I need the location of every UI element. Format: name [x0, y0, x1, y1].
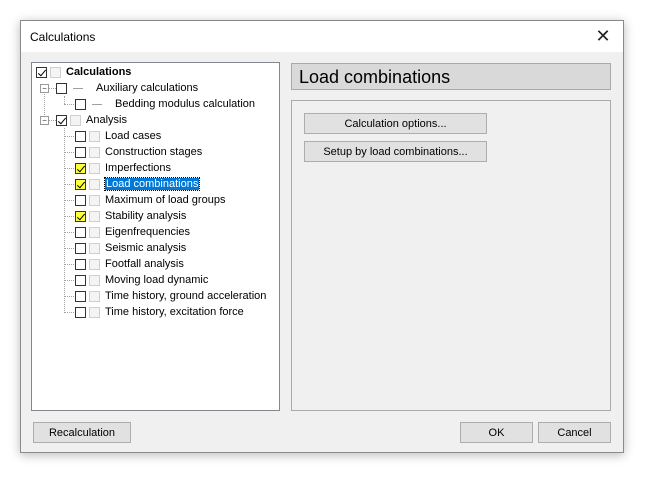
checkbox[interactable] — [75, 162, 86, 174]
tree-item-label: Time history, ground acceleration — [105, 290, 267, 302]
checkbox[interactable] — [75, 226, 86, 238]
checkbox[interactable] — [75, 146, 86, 158]
collapse-icon[interactable]: − — [40, 116, 49, 125]
checkbox[interactable] — [75, 290, 86, 302]
placeholder-icon — [89, 130, 100, 142]
placeholder-icon — [89, 226, 100, 238]
calculation-options-button[interactable]: Calculation options... — [304, 113, 487, 134]
calculations-dialog: Calculations ✕ − − Calculations Auxiliar… — [20, 20, 624, 453]
tree-item-label: Load cases — [105, 130, 162, 142]
tree-item-label: Analysis — [86, 114, 127, 126]
panel-title: Load combinations — [299, 67, 451, 87]
tree-connector — [48, 88, 56, 89]
placeholder-icon — [89, 162, 100, 174]
tree-item-label: Calculations — [66, 66, 132, 78]
tree-item-label: Time history, excitation force — [105, 306, 244, 318]
checkbox[interactable] — [75, 306, 86, 318]
checkbox[interactable] — [75, 98, 86, 110]
checkbox[interactable] — [56, 114, 67, 126]
setup-by-load-combinations-button[interactable]: Setup by load combinations... — [304, 141, 487, 162]
tree-item-time-history-excitation[interactable]: Time history, excitation force — [75, 304, 244, 320]
placeholder-icon — [89, 290, 100, 302]
calculations-tree: − − Calculations Auxiliary calculations … — [31, 62, 280, 411]
placeholder-icon — [89, 146, 100, 158]
tree-item-label: Load combinations — [103, 177, 201, 191]
tree-item-footfall-analysis[interactable]: Footfall analysis — [75, 256, 184, 272]
tree-item-maximum-load-groups[interactable]: Maximum of load groups — [75, 192, 225, 208]
checkbox[interactable] — [75, 130, 86, 142]
placeholder-icon — [89, 194, 100, 206]
checkbox[interactable] — [75, 258, 86, 270]
tree-item-label: Imperfections — [105, 162, 172, 174]
tree-item-construction-stages[interactable]: Construction stages — [75, 144, 202, 160]
placeholder-icon — [89, 274, 100, 286]
tree-item-eigenfrequencies[interactable]: Eigenfrequencies — [75, 224, 190, 240]
tree-item-label: Maximum of load groups — [105, 194, 226, 206]
placeholder-icon — [89, 242, 100, 254]
tree-item-moving-load-dynamic[interactable]: Moving load dynamic — [75, 272, 208, 288]
options-panel: Calculation options... Setup by load com… — [291, 100, 611, 411]
tree-item-label: Auxiliary calculations — [96, 82, 199, 94]
panel-header: Load combinations — [291, 63, 611, 90]
tree-item-time-history-ground[interactable]: Time history, ground acceleration — [75, 288, 266, 304]
tree-item-analysis[interactable]: Analysis — [56, 112, 127, 128]
collapse-icon[interactable]: − — [40, 84, 49, 93]
checkbox[interactable] — [75, 194, 86, 206]
checkbox[interactable] — [75, 242, 86, 254]
checkbox[interactable] — [75, 210, 86, 222]
tree-item-label: Construction stages — [105, 146, 203, 158]
cancel-button[interactable]: Cancel — [538, 422, 611, 443]
placeholder-icon — [50, 66, 61, 78]
window-title: Calculations — [30, 30, 96, 44]
checkbox[interactable] — [75, 274, 86, 286]
checkbox[interactable] — [56, 82, 67, 94]
tree-item-stability-analysis[interactable]: Stability analysis — [75, 208, 186, 224]
tree-connector — [48, 120, 56, 121]
checkbox[interactable] — [36, 66, 47, 78]
tree-item-imperfections[interactable]: Imperfections — [75, 160, 171, 176]
checkbox[interactable] — [75, 178, 86, 190]
tree-item-label: Stability analysis — [105, 210, 187, 222]
tree-item-auxiliary[interactable]: Auxiliary calculations — [56, 80, 198, 96]
ok-button[interactable]: OK — [460, 422, 533, 443]
tree-item-label: Moving load dynamic — [105, 274, 209, 286]
tree-item-load-cases[interactable]: Load cases — [75, 128, 161, 144]
tree-item-label: Seismic analysis — [105, 242, 187, 254]
placeholder-icon — [89, 210, 100, 222]
tree-item-label: Footfall analysis — [105, 258, 184, 270]
close-icon[interactable]: ✕ — [583, 21, 623, 52]
placeholder-icon — [89, 306, 100, 318]
tree-item-label: Eigenfrequencies — [105, 226, 191, 238]
tree-item-seismic-analysis[interactable]: Seismic analysis — [75, 240, 186, 256]
placeholder-icon — [70, 114, 81, 126]
title-bar[interactable]: Calculations ✕ — [21, 21, 623, 52]
placeholder-icon — [89, 178, 100, 190]
tree-item-calculations[interactable]: Calculations — [36, 64, 131, 80]
recalculation-button[interactable]: Recalculation — [33, 422, 131, 443]
tree-item-load-combinations[interactable]: Load combinations — [75, 176, 201, 192]
tree-item-label: Bedding modulus calculation — [115, 98, 256, 110]
tree-connector — [64, 128, 65, 313]
tree-connector — [64, 96, 65, 104]
placeholder-icon — [89, 258, 100, 270]
tree-item-bedding[interactable]: Bedding modulus calculation — [75, 96, 255, 112]
